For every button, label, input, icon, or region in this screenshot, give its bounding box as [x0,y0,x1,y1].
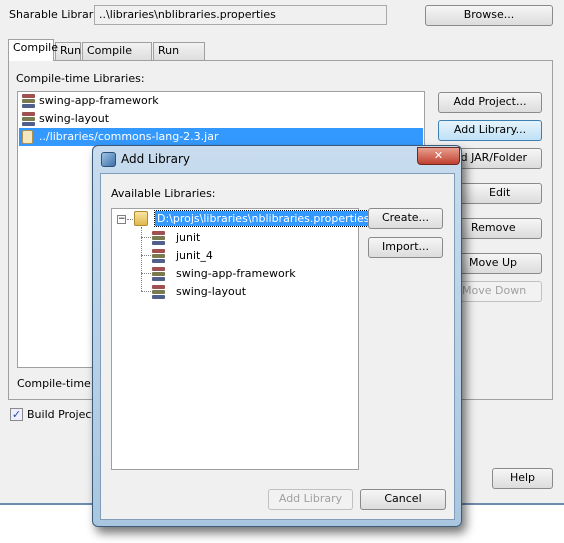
import-button[interactable]: Import... [368,237,443,258]
jar-icon [22,130,33,144]
tree-item-label: junit_4 [176,249,213,262]
library-icon [22,112,36,126]
library-icon [152,249,166,263]
tab-run-tests[interactable]: Run Tests [153,42,205,73]
help-button[interactable]: Help [492,468,553,489]
dialog-content: Available Libraries: − D:\projs\librarie… [100,173,455,520]
dialog-app-icon [101,152,116,167]
build-projects-label: Build Projects [27,408,102,421]
tree-item[interactable]: junit [141,229,341,247]
list-item-label: swing-layout [39,112,110,125]
tree-item[interactable]: swing-layout [141,283,341,301]
tab-compile[interactable]: Compile [8,39,58,61]
browse-button[interactable]: Browse... [425,5,553,26]
collapse-icon[interactable]: − [117,215,126,224]
list-item[interactable]: swing-app-framework [19,92,423,110]
create-button[interactable]: Create... [368,208,443,229]
list-item[interactable]: swing-layout [19,110,423,128]
dialog-cancel-button[interactable]: Cancel [360,489,446,510]
compile-libraries-label: Compile-time Libraries: [16,72,145,85]
tree-item[interactable]: junit_4 [141,247,341,265]
tree-root-selected[interactable]: D:\projs\libraries\nblibraries.propertie… [154,210,373,227]
tree-item[interactable]: swing-app-framework [141,265,341,283]
available-libraries-tree[interactable]: − D:\projs\libraries\nblibraries.propert… [111,208,373,470]
tab-run[interactable]: Run [55,42,81,60]
library-icon [152,285,166,299]
sharable-libraries-field[interactable]: ..\libraries\nblibraries.properties [94,5,387,25]
list-item-selected[interactable]: ../libraries/commons-lang-2.3.jar [19,128,423,146]
list-item-label: ../libraries/commons-lang-2.3.jar [39,130,219,143]
library-icon [22,94,36,108]
tab-compile-tests[interactable]: Compile Tests [82,42,152,73]
list-item-label: swing-app-framework [39,94,159,107]
add-library-dialog: Add Library ✕ Available Libraries: − D:\… [92,145,462,527]
add-library-button[interactable]: Add Library... [438,120,542,141]
folder-icon [134,211,148,226]
dialog-title: Add Library [121,152,191,166]
tree-item-label: junit [176,231,201,244]
tree-item-label: swing-app-framework [176,267,296,280]
tree-item-label: swing-layout [176,285,247,298]
available-libraries-label: Available Libraries: [111,187,216,200]
library-icon [152,267,166,281]
build-projects-checkbox[interactable]: ✓ [10,408,23,421]
add-project-button[interactable]: Add Project... [438,92,542,113]
add-library-confirm-button: Add Library [268,489,353,510]
close-button[interactable]: ✕ [417,147,460,165]
library-icon [152,231,166,245]
close-icon: ✕ [433,149,444,162]
